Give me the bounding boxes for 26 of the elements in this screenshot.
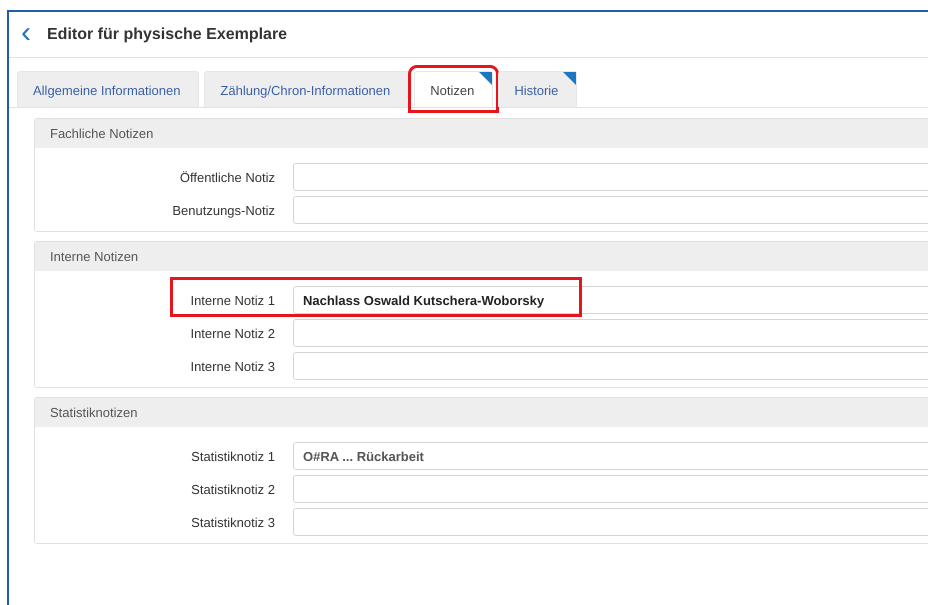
input-field[interactable] <box>293 352 928 380</box>
field-label: Statistiknotiz 3 <box>190 514 276 530</box>
field-label: Statistiknotiz 2 <box>190 482 276 496</box>
section-header: Fachliche Notizen <box>35 119 928 148</box>
corner-flag-icon <box>563 72 576 85</box>
field-label: Interne Notiz 2 <box>189 326 276 340</box>
back-button[interactable]: ‹ <box>19 18 33 52</box>
tab[interactable]: Allgemeine Informationen <box>17 71 200 107</box>
input-field[interactable] <box>293 475 928 503</box>
input-field[interactable] <box>293 163 928 191</box>
input-field[interactable] <box>293 508 928 536</box>
input-field[interactable]: O#RA ... Rückarbeit <box>293 442 928 470</box>
section-header: Statistiknotizen <box>35 398 928 427</box>
section-header: Interne Notizen <box>35 242 928 271</box>
corner-flag-icon <box>479 72 492 85</box>
input-field[interactable]: Nachlass Oswald Kutschera-Woborsky <box>293 286 928 314</box>
field-label: Statistiknotiz 1 <box>190 448 276 464</box>
field-label: Benutzungs-Notiz <box>171 202 276 218</box>
field-label: Öffentliche Notiz <box>178 170 276 184</box>
field-label: Interne Notiz 1 <box>189 292 276 308</box>
tab[interactable]: Historie <box>498 71 578 107</box>
field-label: Interne Notiz 3 <box>189 358 276 374</box>
input-field[interactable] <box>293 319 928 347</box>
input-field[interactable] <box>293 196 928 224</box>
page-title: Editor für physische Exemplare <box>47 26 288 44</box>
tab[interactable]: Zählung/Chron-Informationen <box>204 71 410 107</box>
